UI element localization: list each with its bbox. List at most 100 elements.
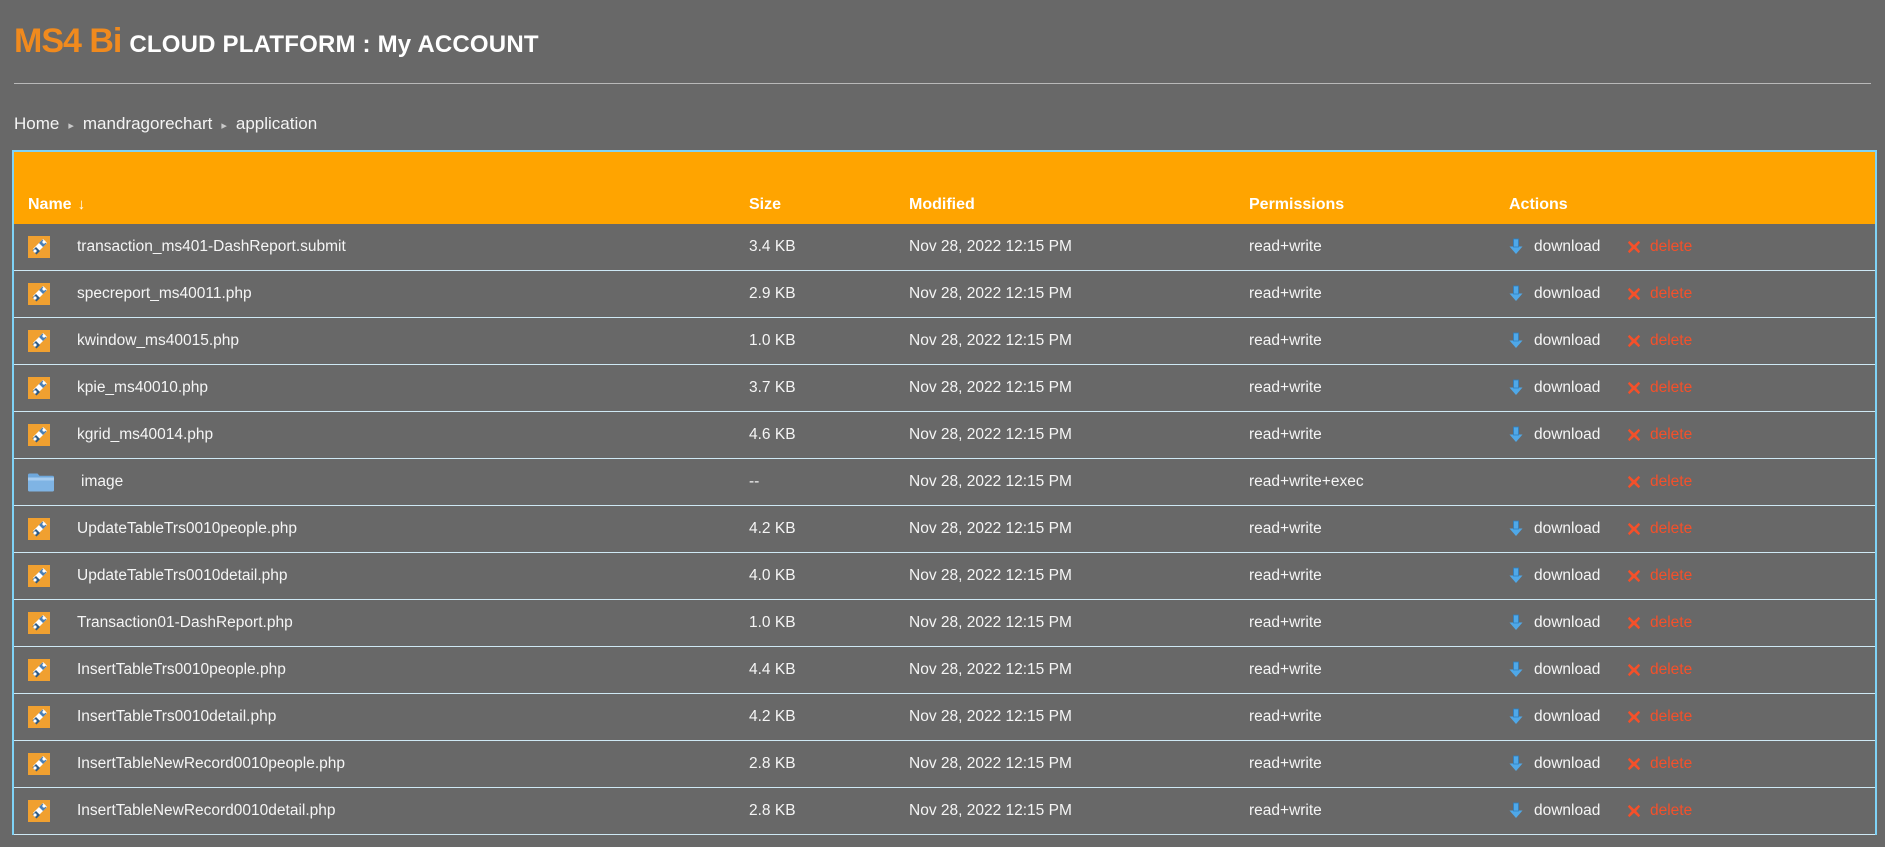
cell-permissions: read+write xyxy=(1249,787,1509,835)
breadcrumb: Home ▸ mandragorechart ▸ application xyxy=(14,112,1885,136)
file-table-body: transaction_ms401-DashReport.submit 3.4 K… xyxy=(14,224,1875,835)
delete-label: delete xyxy=(1650,661,1693,678)
download-link[interactable]: download xyxy=(1509,426,1627,444)
file-name-link[interactable]: UpdateTableTrs0010detail.php xyxy=(77,567,288,585)
download-arrow-icon xyxy=(1509,285,1523,303)
actions-cell: downloaddelete xyxy=(1509,379,1875,397)
cell-actions: download delete xyxy=(1509,646,1875,694)
table-row[interactable]: InsertTableTrs0010detail.php 4.2 KB Nov 28… xyxy=(14,693,1875,741)
table-row[interactable]: InsertTableNewRecord0010people.php 2.8 KB… xyxy=(14,740,1875,788)
sort-descending-icon[interactable]: ↓ xyxy=(78,196,86,213)
file-name-link[interactable]: UpdateTableTrs0010people.php xyxy=(77,520,297,538)
breadcrumb-separator-icon: ▸ xyxy=(68,119,74,132)
table-row[interactable]: UpdateTableTrs0010people.php 4.2 KB Nov 28… xyxy=(14,505,1875,553)
file-name-link[interactable]: specreport_ms40011.php xyxy=(77,285,252,303)
table-row[interactable]: specreport_ms40011.php 2.9 KB Nov 28, 2022… xyxy=(14,270,1875,318)
table-row[interactable]: kpie_ms40010.php 3.7 KB Nov 28, 2022 12:15… xyxy=(14,364,1875,412)
file-name-link[interactable]: transaction_ms401-DashReport.submit xyxy=(77,238,346,256)
download-label: download xyxy=(1534,285,1601,302)
actions-cell: download delete xyxy=(1509,332,1875,350)
delete-link[interactable]: delete xyxy=(1627,238,1692,256)
file-name-link[interactable]: InsertTableNewRecord0010detail.php xyxy=(77,802,336,820)
name-cell: Transaction01-DashReport.php xyxy=(28,612,749,634)
download-link[interactable]: download xyxy=(1509,661,1627,679)
delete-link[interactable]: delete xyxy=(1627,426,1692,444)
table-row[interactable]: kwindow_ms40015.php 1.0 KB Nov 28, 2022 12… xyxy=(14,317,1875,365)
file-name-link[interactable]: InsertTableNewRecord0010people.php xyxy=(77,755,345,773)
red-x-icon xyxy=(1627,757,1641,771)
download-link[interactable]: download xyxy=(1509,238,1627,256)
file-name-link[interactable]: kwindow_ms40015.php xyxy=(77,332,239,350)
red-x-icon xyxy=(1627,287,1641,301)
download-arrow-icon xyxy=(1509,661,1523,679)
cell-name: InsertTableNewRecord0010detail.php xyxy=(14,787,749,835)
delete-label: delete xyxy=(1650,426,1693,443)
download-link[interactable]: download xyxy=(1509,802,1627,820)
file-name-link[interactable]: kpie_ms40010.php xyxy=(77,379,208,397)
column-header-name[interactable]: Name ↓ xyxy=(14,152,749,224)
download-link[interactable]: download xyxy=(1509,567,1627,585)
cell-name: Transaction01-DashReport.php xyxy=(14,599,749,647)
column-header-size[interactable]: Size xyxy=(749,152,909,224)
table-row[interactable]: Transaction01-DashReport.php 1.0 KB Nov 28… xyxy=(14,599,1875,647)
delete-link[interactable]: delete xyxy=(1627,567,1692,585)
red-x-icon xyxy=(1627,804,1641,818)
cell-actions: downloaddelete xyxy=(1509,458,1875,506)
delete-link[interactable]: delete xyxy=(1627,708,1692,726)
download-link[interactable]: download xyxy=(1509,708,1627,726)
cell-actions: downloaddelete xyxy=(1509,364,1875,412)
download-arrow-icon xyxy=(1509,708,1523,726)
file-name-link[interactable]: InsertTableTrs0010detail.php xyxy=(77,708,276,726)
delete-link[interactable]: delete xyxy=(1627,614,1692,632)
table-row[interactable]: InsertTableTrs0010people.php 4.4 KB Nov 28… xyxy=(14,646,1875,694)
cell-permissions: read+write xyxy=(1249,599,1509,647)
table-row[interactable]: InsertTableNewRecord0010detail.php 2.8 KB… xyxy=(14,787,1875,835)
delete-label: delete xyxy=(1650,285,1693,302)
cell-modified: Nov 28, 2022 12:15 PM xyxy=(909,364,1249,412)
download-link[interactable]: download xyxy=(1509,332,1627,350)
header-divider xyxy=(14,83,1871,84)
delete-link[interactable]: delete xyxy=(1627,755,1692,773)
column-header-modified[interactable]: Modified xyxy=(909,152,1249,224)
php-file-icon xyxy=(28,330,50,352)
delete-link[interactable]: delete xyxy=(1627,379,1692,397)
cell-size: 3.7 KB xyxy=(749,364,909,412)
cell-actions: downloaddelete xyxy=(1509,552,1875,600)
table-row[interactable]: transaction_ms401-DashReport.submit 3.4 K… xyxy=(14,224,1875,271)
delete-link[interactable]: delete xyxy=(1627,802,1692,820)
breadcrumb-item-mandragorechart[interactable]: mandragorechart xyxy=(83,114,212,134)
cell-permissions: read+write xyxy=(1249,317,1509,365)
php-file-icon xyxy=(28,659,50,681)
table-row[interactable]: image -- Nov 28, 2022 12:15 PM read+write+e… xyxy=(14,458,1875,506)
name-cell: UpdateTableTrs0010detail.php xyxy=(28,565,749,587)
download-label: download xyxy=(1534,708,1601,725)
download-link[interactable]: download xyxy=(1509,520,1627,538)
red-x-icon xyxy=(1627,240,1641,254)
download-link[interactable]: download xyxy=(1509,755,1627,773)
delete-link[interactable]: delete xyxy=(1627,661,1692,679)
delete-link[interactable]: delete xyxy=(1627,520,1692,538)
file-name-link[interactable]: Transaction01-DashReport.php xyxy=(77,614,293,632)
download-label: download xyxy=(1534,332,1601,349)
file-table-container: Name ↓ Size Modified Permissions Actions … xyxy=(12,150,1877,835)
download-link[interactable]: download xyxy=(1509,285,1627,303)
delete-label: delete xyxy=(1650,332,1693,349)
actions-cell: downloaddelete xyxy=(1509,473,1875,491)
breadcrumb-item-home[interactable]: Home xyxy=(14,114,59,134)
file-name-link[interactable]: kgrid_ms40014.php xyxy=(77,426,213,444)
delete-link[interactable]: delete xyxy=(1627,285,1692,303)
cell-modified: Nov 28, 2022 12:15 PM xyxy=(909,599,1249,647)
delete-link[interactable]: delete xyxy=(1627,332,1692,350)
delete-link[interactable]: delete xyxy=(1627,473,1692,491)
cell-name: kgrid_ms40014.php xyxy=(14,411,749,459)
column-header-permissions[interactable]: Permissions xyxy=(1249,152,1509,224)
table-row[interactable]: kgrid_ms40014.php 4.6 KB Nov 28, 2022 12:1… xyxy=(14,411,1875,459)
download-link[interactable]: download xyxy=(1509,614,1627,632)
table-row[interactable]: UpdateTableTrs0010detail.php 4.0 KB Nov 28… xyxy=(14,552,1875,600)
file-name-link[interactable]: image xyxy=(81,473,123,491)
breadcrumb-item-application[interactable]: application xyxy=(236,114,317,134)
red-x-icon xyxy=(1627,381,1641,395)
download-link[interactable]: download xyxy=(1509,379,1627,397)
file-name-link[interactable]: InsertTableTrs0010people.php xyxy=(77,661,286,679)
cell-modified: Nov 28, 2022 12:15 PM xyxy=(909,740,1249,788)
